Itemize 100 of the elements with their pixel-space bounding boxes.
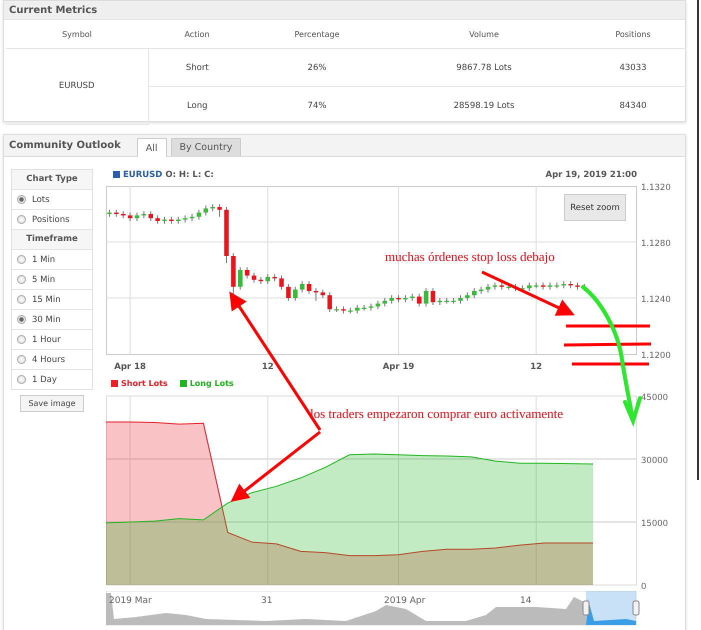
candle <box>430 288 436 306</box>
axis-label: 1.1240 <box>641 295 671 305</box>
radio-option[interactable]: 1 Hour <box>12 330 92 350</box>
radio-icon[interactable] <box>17 375 26 384</box>
panel-title: Community Outlook <box>9 140 121 151</box>
candle <box>341 306 346 314</box>
axis-label: 2019 Mar <box>109 596 152 606</box>
candle <box>348 307 353 314</box>
panel-title: Current Metrics <box>9 4 98 16</box>
radio-option[interactable]: 4 Hours <box>12 350 92 370</box>
candle <box>561 280 566 289</box>
table-cell: 84340 <box>580 86 686 124</box>
candle <box>396 294 401 303</box>
candle <box>478 286 484 294</box>
range-handle[interactable] <box>582 600 590 616</box>
column-header: Action <box>148 20 246 48</box>
table-cell: Short <box>148 48 246 86</box>
candle <box>410 293 415 302</box>
candle <box>314 288 318 302</box>
radio-icon[interactable] <box>17 255 26 264</box>
table-cell: 28598.19 Lots <box>388 86 580 124</box>
candle <box>527 282 532 292</box>
radio-icon[interactable] <box>17 295 26 304</box>
candle <box>376 300 380 310</box>
radio-icon[interactable] <box>17 215 26 224</box>
candle <box>575 282 580 290</box>
candle <box>134 212 140 222</box>
candle <box>231 252 236 296</box>
candle <box>190 214 194 222</box>
axis-label: 15000 <box>641 519 668 529</box>
radio-option[interactable]: 1 Day <box>12 370 92 389</box>
candle <box>293 286 298 302</box>
radio-option[interactable]: 1 Min <box>12 250 92 270</box>
range-handle[interactable] <box>632 600 640 616</box>
symbol-label: EURUSD <box>123 170 162 180</box>
radio-icon[interactable] <box>17 335 26 344</box>
candle <box>204 205 208 216</box>
candle <box>548 282 552 290</box>
candle <box>520 284 525 292</box>
candle <box>416 293 422 307</box>
candle <box>300 280 304 293</box>
candle <box>176 216 181 224</box>
candle <box>279 275 284 290</box>
reset-zoom-button[interactable]: Reset zoom <box>564 194 626 221</box>
axis-label: 30000 <box>641 456 668 466</box>
candle <box>368 303 374 312</box>
candle <box>334 306 339 312</box>
candle <box>238 266 242 290</box>
candle <box>224 206 229 264</box>
axis-label: 2019 Apr <box>384 596 426 606</box>
column-header: Symbol <box>6 20 148 48</box>
radio-icon[interactable] <box>17 275 26 284</box>
save-image-button[interactable]: Save image <box>20 395 84 412</box>
candle <box>286 284 291 302</box>
date-label: Apr 19, 2019 21:00 <box>545 170 637 180</box>
axis-label: 0 <box>641 582 646 591</box>
candle <box>258 276 264 284</box>
radio-icon[interactable] <box>17 355 26 364</box>
axis-label: 14 <box>520 596 532 606</box>
table-cell: 9867.78 Lots <box>388 48 580 86</box>
candle <box>389 294 394 304</box>
column-header: Volume <box>388 20 580 48</box>
candle <box>142 210 146 219</box>
candle <box>210 204 215 212</box>
candle <box>354 304 360 314</box>
candle <box>513 284 518 292</box>
axis-label: 1.1200 <box>641 351 671 361</box>
candle <box>327 292 332 312</box>
candle <box>272 274 277 282</box>
candle <box>148 210 153 222</box>
table-cell: 26% <box>246 48 388 86</box>
table-cell: 74% <box>246 86 388 124</box>
candle <box>438 298 442 306</box>
legend-label: Long Lots <box>190 378 234 388</box>
candle <box>306 280 312 294</box>
candle <box>182 214 188 223</box>
tab[interactable]: All <box>136 138 166 157</box>
axis-label: 1.1320 <box>641 183 671 193</box>
candle <box>217 204 222 218</box>
table-cell: 43033 <box>580 48 686 86</box>
radio-option[interactable]: 30 Min <box>12 310 92 330</box>
radio-option[interactable]: 15 Min <box>12 290 92 310</box>
radio-icon[interactable] <box>17 195 26 204</box>
column-header: Positions <box>580 20 686 48</box>
candle <box>500 282 504 290</box>
tab[interactable]: By Country <box>170 138 242 156</box>
candle <box>382 298 388 307</box>
radio-option[interactable]: 5 Min <box>12 270 92 290</box>
radio-icon[interactable] <box>17 315 26 324</box>
axis-label: 1.1280 <box>641 239 671 249</box>
radio-option[interactable]: Lots <box>12 190 92 210</box>
candle <box>540 282 546 290</box>
axis-label: Apr 18 <box>114 362 146 372</box>
candle <box>424 288 428 307</box>
candle <box>506 284 511 290</box>
axis-label: Apr 19 <box>382 362 414 372</box>
axis-label: 45000 <box>641 393 668 403</box>
candle <box>403 294 408 303</box>
candle <box>128 212 132 222</box>
candle <box>486 284 490 293</box>
